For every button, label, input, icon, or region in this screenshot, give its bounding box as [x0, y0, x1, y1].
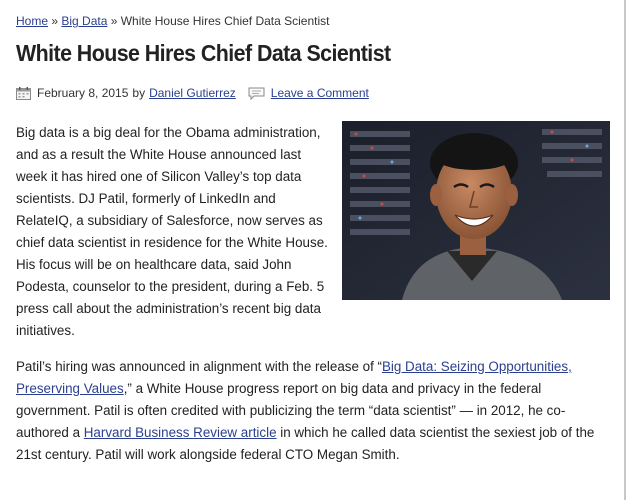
- calendar-icon: [16, 86, 31, 100]
- breadcrumb: Home » Big Data » White House Hires Chie…: [16, 14, 329, 28]
- article-title: White House Hires Chief Data Scientist: [16, 40, 391, 66]
- hbr-article-link[interactable]: Harvard Business Review article: [84, 425, 277, 440]
- article-meta: February 8, 2015 by Daniel Gutierrez Lea…: [16, 86, 369, 100]
- leave-comment-link[interactable]: Leave a Comment: [271, 86, 369, 100]
- author-link[interactable]: Daniel Gutierrez: [149, 86, 236, 100]
- breadcrumb-separator: »: [48, 14, 62, 28]
- article-paragraph: Big data is a big deal for the Obama adm…: [16, 125, 328, 338]
- article-date: February 8, 2015: [37, 86, 129, 100]
- byline-label: by: [132, 86, 146, 100]
- breadcrumb-separator: »: [107, 14, 121, 28]
- comment-icon: [248, 87, 265, 100]
- breadcrumb-category-link[interactable]: Big Data: [61, 14, 107, 28]
- breadcrumb-home-link[interactable]: Home: [16, 14, 48, 28]
- paragraph-text: Patil’s hiring was announced in alignmen…: [16, 359, 382, 374]
- article-paragraph-2: Patil’s hiring was announced in alignmen…: [16, 356, 616, 466]
- breadcrumb-current: White House Hires Chief Data Scientist: [120, 14, 330, 28]
- article-photo: [342, 121, 610, 300]
